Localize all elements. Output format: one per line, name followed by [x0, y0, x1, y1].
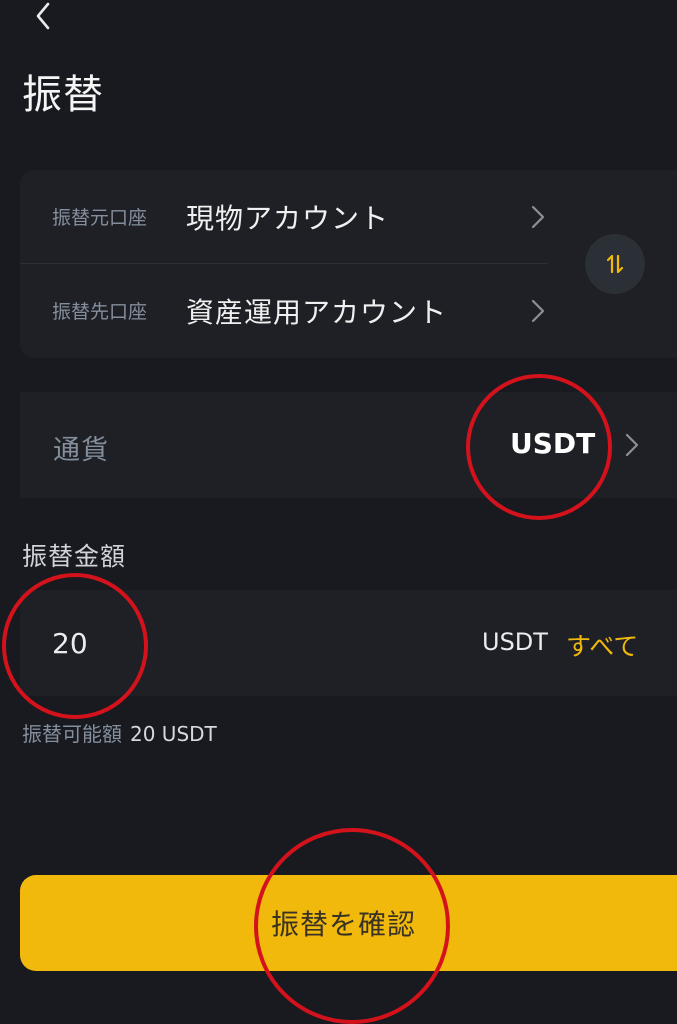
confirm-transfer-button[interactable]: 振替を確認 [20, 875, 677, 971]
chevron-left-icon [36, 2, 50, 30]
chevron-right-icon [625, 433, 639, 457]
currency-label: 通貨 [53, 435, 109, 466]
from-account-label: 振替元口座 [52, 207, 148, 229]
amount-label: 振替金額 [22, 542, 127, 571]
to-account-selector[interactable]: 振替先口座 資産運用アカウント [20, 264, 548, 357]
available-balance: 振替可能額 20 USDT [22, 718, 217, 747]
amount-field: USDT すべて [20, 590, 677, 696]
confirm-label: 振替を確認 [270, 908, 416, 941]
to-account-label: 振替先口座 [52, 301, 148, 323]
max-amount-button[interactable]: すべて [566, 627, 638, 663]
amount-input[interactable] [52, 620, 352, 666]
available-label: 振替可能額 [22, 722, 122, 746]
currency-selector[interactable]: 通貨 USDT [20, 392, 677, 498]
available-value: 20 USDT [130, 722, 217, 746]
to-account-value: 資産運用アカウント [186, 295, 448, 329]
currency-value: USDT [510, 427, 596, 460]
from-account-selector[interactable]: 振替元口座 現物アカウント [20, 170, 548, 263]
back-button[interactable] [28, 0, 58, 32]
swap-accounts-button[interactable] [585, 234, 645, 294]
page-title: 振替 [22, 72, 104, 118]
chevron-right-icon [531, 205, 545, 228]
account-card: 振替元口座 現物アカウント 振替先口座 資産運用アカウント [20, 170, 677, 358]
swap-vertical-icon [606, 254, 624, 274]
chevron-right-icon [531, 299, 545, 322]
amount-unit: USDT [482, 628, 548, 656]
from-account-value: 現物アカウント [186, 201, 390, 235]
